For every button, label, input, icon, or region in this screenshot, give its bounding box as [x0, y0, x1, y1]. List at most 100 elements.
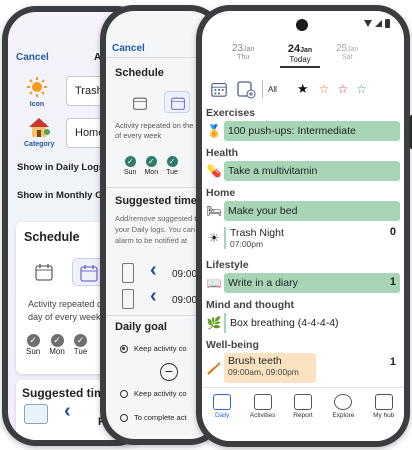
- icon-label: Icon: [29, 101, 45, 108]
- check-icon: ✓: [74, 334, 88, 347]
- calendar-icon[interactable]: [132, 95, 148, 116]
- chevron-left-icon[interactable]: ‹: [150, 285, 157, 308]
- goal-option-1[interactable]: Keep activity co: [120, 344, 187, 353]
- goal-option-3[interactable]: To complete act: [120, 413, 187, 422]
- task-time: 09:00am, 09:00pm: [228, 367, 299, 377]
- day-mon[interactable]: ✓ Mon: [49, 334, 65, 356]
- day-label: Mon: [49, 347, 65, 356]
- goal-option-label: Keep activity co: [134, 344, 187, 353]
- selected-underline: [280, 66, 320, 68]
- calendar-icon[interactable]: [210, 80, 228, 98]
- suggested-title: Suggested time: [115, 195, 197, 207]
- sun-icon: [27, 77, 47, 97]
- category-header: Well-being: [206, 339, 259, 351]
- house-icon: [29, 118, 51, 137]
- check-icon: ✓: [50, 334, 64, 347]
- explore-icon: [334, 394, 353, 410]
- goal-option-2[interactable]: Keep activity co: [120, 389, 187, 398]
- goal-option-label: To complete act: [134, 413, 187, 422]
- phone-alarm-icon[interactable]: [24, 404, 48, 424]
- list-item[interactable]: ☀ Trash Night 07:00pm 0: [204, 223, 400, 253]
- goal-option-label: Keep activity co: [134, 389, 187, 398]
- filter-all[interactable]: All: [268, 85, 277, 94]
- book-icon: 📖: [206, 276, 222, 290]
- date-item-today[interactable]: 24Jan Today: [280, 43, 320, 68]
- task-title: Brush teeth: [228, 355, 282, 367]
- chevron-left-icon[interactable]: ‹: [64, 400, 71, 423]
- cancel-button[interactable]: Cancel: [16, 52, 49, 63]
- day-sun[interactable]: ✓ Sun: [26, 334, 40, 356]
- list-item[interactable]: 💊 Take a multivitamin: [204, 161, 400, 181]
- category-header: Health: [206, 147, 239, 159]
- nav-label: Report: [293, 412, 313, 419]
- radio-icon: [120, 413, 128, 422]
- category-header: Exercises: [206, 107, 256, 119]
- day-label: Sun: [26, 347, 41, 356]
- daily-icon: [213, 394, 232, 410]
- star-filled-icon[interactable]: ★: [297, 81, 309, 97]
- weekly-calendar-option[interactable]: [164, 91, 190, 113]
- chevron-left-icon[interactable]: ‹: [150, 259, 157, 282]
- category-picker[interactable]: Category: [24, 116, 54, 148]
- wifi-icon: [364, 20, 372, 27]
- front-phone-screen: 23Jan Thu 24Jan Today 25Jan Sat All ★ ☆ …: [202, 11, 404, 441]
- time-value[interactable]: 09:00: [172, 269, 197, 280]
- day-label: Sun: [124, 169, 137, 176]
- battery-icon: [385, 19, 390, 28]
- date-number: 23: [232, 43, 244, 54]
- task-title: Box breathing (4-4-4-4): [230, 317, 339, 329]
- divider: [262, 80, 263, 98]
- list-item[interactable]: 🌿 Box breathing (4-4-4-4): [204, 313, 400, 333]
- calendar-icon[interactable]: [34, 262, 54, 282]
- day-tue[interactable]: ✓ Tue: [166, 151, 178, 176]
- nav-daily[interactable]: Daily: [204, 394, 240, 441]
- date-number: 24: [287, 43, 301, 55]
- pill-icon: 💊: [206, 164, 222, 178]
- date-item-next[interactable]: 25Jan Sat: [336, 43, 358, 61]
- check-icon: ✓: [145, 156, 157, 167]
- list-item[interactable]: 🏅 100 push-ups: Intermediate: [204, 121, 400, 141]
- nav-label: Explore: [332, 412, 355, 419]
- nav-report[interactable]: Report: [285, 394, 321, 441]
- nav-label: My hub: [373, 412, 395, 419]
- task-count: 1: [389, 356, 396, 368]
- nav-my-hub[interactable]: My hub: [366, 394, 402, 441]
- show-monthly-toggle-label[interactable]: Show in Monthly G: [17, 190, 103, 201]
- front-phone: 23Jan Thu 24Jan Today 25Jan Sat All ★ ☆ …: [196, 5, 412, 447]
- report-icon: [293, 394, 312, 410]
- date-item-prev[interactable]: 23Jan Thu: [232, 43, 254, 61]
- task-title: 100 push-ups: Intermediate: [228, 125, 356, 137]
- phone-alarm-icon[interactable]: [122, 263, 134, 283]
- star-green-icon[interactable]: ☆: [356, 82, 367, 96]
- icon-picker[interactable]: Icon: [26, 76, 48, 108]
- list-item[interactable]: 📖 Write in a diary 1: [204, 273, 400, 293]
- day-sun[interactable]: ✓ Sun: [124, 151, 136, 176]
- app-store-showcase: Cancel A Icon Trash Category Home Show i…: [0, 0, 412, 450]
- nav-activities[interactable]: Activities: [245, 394, 281, 441]
- trophy-icon: 🏅: [206, 124, 222, 138]
- task-title: Trash Night: [230, 227, 284, 239]
- date-number: 25: [336, 43, 348, 54]
- star-red-icon[interactable]: ☆: [337, 82, 348, 96]
- date-month: Jan: [243, 46, 255, 53]
- list-item[interactable]: 🛏 Make your bed: [204, 201, 400, 221]
- sun-icon: ☀: [208, 231, 220, 245]
- time-value[interactable]: 09:00: [172, 295, 197, 306]
- task-title: Write in a diary: [228, 277, 298, 289]
- task-title: Take a multivitamin: [228, 165, 318, 177]
- star-orange-icon[interactable]: ☆: [319, 82, 330, 96]
- category-header: Lifestyle: [206, 259, 249, 271]
- category-header: Home: [206, 187, 236, 199]
- phone-alarm-icon[interactable]: [122, 289, 134, 309]
- day-tue[interactable]: ✓ Tue: [74, 334, 88, 356]
- minus-icon[interactable]: −: [160, 363, 178, 381]
- day-mon[interactable]: ✓ Mon: [144, 151, 158, 176]
- task-time: 07:00pm: [230, 239, 264, 249]
- nav-explore[interactable]: Explore: [325, 394, 361, 441]
- add-activity-icon[interactable]: [236, 79, 256, 99]
- show-daily-toggle-label[interactable]: Show in Daily Logs: [17, 162, 104, 173]
- toothbrush-icon: 🪥: [206, 361, 222, 375]
- nav-label: Activities: [249, 412, 276, 419]
- cancel-button[interactable]: Cancel: [112, 43, 145, 54]
- list-item[interactable]: 🪥 Brush teeth 09:00am, 09:00pm 1: [204, 353, 400, 383]
